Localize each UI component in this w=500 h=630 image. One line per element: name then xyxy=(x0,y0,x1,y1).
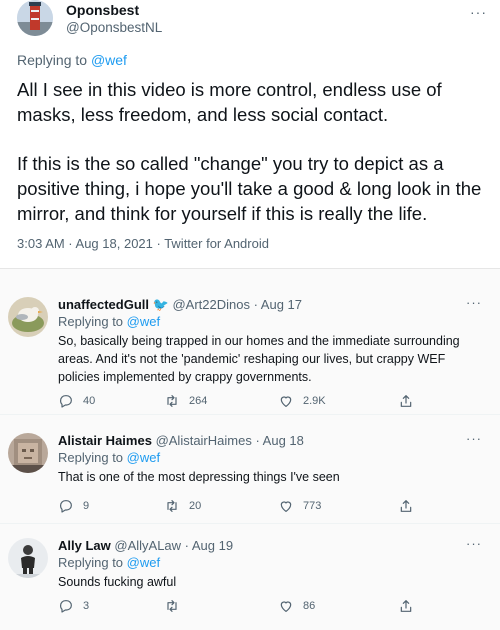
reply-button[interactable]: 9 xyxy=(58,498,89,514)
more-options-icon[interactable]: ··· xyxy=(466,431,482,446)
like-button[interactable]: 2.9K xyxy=(278,393,326,409)
comment-bubble-icon xyxy=(60,600,72,613)
display-name[interactable]: Ally Law xyxy=(58,538,111,553)
reply-text: So, basically being trapped in our homes… xyxy=(58,334,460,384)
mention-link[interactable]: @wef xyxy=(127,555,160,570)
display-name[interactable]: Oponsbest xyxy=(66,2,139,18)
like-count: 773 xyxy=(303,500,322,512)
share-upload-icon xyxy=(400,395,412,407)
user-handle[interactable]: @OponsbestNL xyxy=(66,20,162,35)
replying-to-label: Replying to xyxy=(17,52,88,68)
like-button[interactable]: 86 xyxy=(278,598,315,614)
replying-to: Replying to @wef xyxy=(58,555,160,570)
mention-link[interactable]: @wef xyxy=(127,314,160,329)
replies-list: unaffectedGull 🐦 @Art22Dinos · Aug 17 ··… xyxy=(0,268,500,630)
more-options-icon[interactable]: ··· xyxy=(466,295,482,310)
more-options-icon[interactable]: ··· xyxy=(466,536,482,551)
like-count: 2.9K xyxy=(303,395,326,407)
more-options-icon[interactable]: ··· xyxy=(470,4,487,20)
heart-icon xyxy=(280,601,292,612)
bird-emoji-icon: 🐦 xyxy=(152,297,169,312)
handle-and-date[interactable]: @Art22Dinos · Aug 17 xyxy=(172,297,302,312)
display-name[interactable]: Alistair Haimes xyxy=(58,433,152,448)
replying-to: Replying to @wef xyxy=(58,314,160,329)
like-count: 86 xyxy=(303,600,316,612)
tweet-paragraph: If this is the so called "change" you tr… xyxy=(17,153,482,224)
action-bar: 3 86 xyxy=(58,598,488,618)
divider xyxy=(0,414,500,415)
like-button[interactable]: 773 xyxy=(278,498,321,514)
reply-text: That is one of the most depressing thing… xyxy=(58,470,340,484)
share-button[interactable] xyxy=(398,393,414,409)
divider xyxy=(0,523,500,524)
action-bar: 40 264 2.9K xyxy=(58,393,488,413)
mention-link[interactable]: @wef xyxy=(91,52,127,68)
main-tweet: Oponsbest @OponsbestNL ··· Replying to @… xyxy=(0,0,500,268)
retweet-count: 264 xyxy=(189,395,208,407)
handle-and-date[interactable]: @AlistairHaimes · Aug 18 xyxy=(156,433,304,448)
tweet-timestamp[interactable]: 3:03 AM · Aug 18, 2021 · Twitter for And… xyxy=(17,236,269,251)
share-upload-icon xyxy=(400,600,412,612)
share-button[interactable] xyxy=(398,498,414,514)
reply-count: 40 xyxy=(83,395,96,407)
mention-link[interactable]: @wef xyxy=(127,450,160,465)
heart-icon xyxy=(280,396,292,407)
replying-to: Replying to @wef xyxy=(58,450,160,465)
heart-icon xyxy=(280,501,292,512)
replying-to: Replying to @wef xyxy=(17,52,127,68)
comment-bubble-icon xyxy=(60,500,72,513)
reply-header: Ally Law @AllyALaw · Aug 19 xyxy=(58,538,233,553)
retweet-arrows-icon xyxy=(167,500,177,512)
share-upload-icon xyxy=(400,500,412,512)
retweet-button[interactable]: 20 xyxy=(164,498,201,514)
reply-header: Alistair Haimes @AlistairHaimes · Aug 18 xyxy=(58,433,304,448)
reply-count: 9 xyxy=(83,500,90,512)
avatar[interactable] xyxy=(8,297,48,337)
tweet-text: All I see in this video is more control,… xyxy=(17,77,492,250)
reply-header: unaffectedGull 🐦 @Art22Dinos · Aug 17 xyxy=(58,297,302,313)
retweet-arrows-icon xyxy=(167,395,177,407)
avatar[interactable] xyxy=(17,0,53,36)
replying-to-label: Replying to xyxy=(58,314,124,329)
tweet-paragraph: All I see in this video is more control,… xyxy=(17,79,442,125)
retweet-button[interactable] xyxy=(164,598,189,614)
reply-button[interactable]: 3 xyxy=(58,598,89,614)
avatar[interactable] xyxy=(8,538,48,578)
handle-and-date[interactable]: @AllyALaw · Aug 19 xyxy=(114,538,233,553)
share-button[interactable] xyxy=(398,598,414,614)
reply-text: Sounds fucking awful xyxy=(58,575,177,589)
avatar[interactable] xyxy=(8,433,48,473)
reply-count: 3 xyxy=(83,600,90,612)
replying-to-label: Replying to xyxy=(58,555,124,570)
comment-bubble-icon xyxy=(60,395,72,408)
replying-to-label: Replying to xyxy=(58,450,124,465)
retweet-button[interactable]: 264 xyxy=(164,393,207,409)
retweet-count: 20 xyxy=(189,500,202,512)
reply-button[interactable]: 40 xyxy=(58,393,95,409)
retweet-arrows-icon xyxy=(167,600,177,612)
action-bar: 9 20 773 xyxy=(58,498,488,518)
display-name[interactable]: unaffectedGull xyxy=(58,297,149,312)
